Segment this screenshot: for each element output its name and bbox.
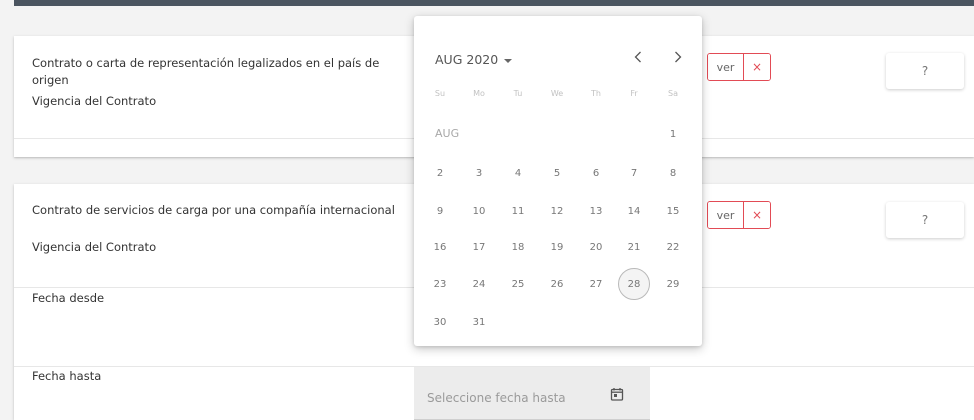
caret-down-icon [504,58,513,63]
calendar-day[interactable]: 27 [580,268,612,300]
calendar-day[interactable]: 4 [502,157,534,189]
weekday-label: Sa [668,89,678,98]
help-button[interactable]: ? [886,202,964,238]
period-label: AUG 2020 [435,52,499,67]
view-button[interactable]: ver [708,54,744,80]
calendar-day[interactable]: 8 [657,157,689,189]
weekday-label: We [550,89,564,98]
calendar-day[interactable]: 11 [502,195,534,227]
calendar-icon[interactable] [610,387,624,401]
calendar-day[interactable]: 26 [541,268,573,300]
calendar-day[interactable]: 9 [424,195,456,227]
calendar-day[interactable]: 7 [618,157,650,189]
weekday-label: Mo [473,89,485,98]
view-button[interactable]: ver [708,202,744,228]
calendar-day[interactable]: 22 [657,231,689,263]
calendar-day[interactable]: 10 [463,195,495,227]
calendar-day[interactable]: 15 [657,195,689,227]
weekday-label: Fr [630,89,638,98]
top-bar [14,0,974,6]
calendar-day[interactable]: 6 [580,157,612,189]
weekday-label: Th [591,89,601,98]
document-title: Contrato de servicios de carga por una c… [32,203,395,217]
remove-button[interactable]: × [744,202,770,228]
calendar-day[interactable]: 30 [424,306,456,338]
calendar-day-selected[interactable]: 28 [618,268,650,300]
date-picker-popup: AUG 2020 Su Mo Tu We Th Fr Sa AUG 1 2 3 4 5 6 7 8 9 10 1… [414,16,702,346]
chevron-left-icon[interactable] [628,47,648,67]
vigencia-label: Vigencia del Contrato [32,240,157,254]
calendar-day[interactable]: 1 [657,118,689,150]
calendar-day[interactable]: 20 [580,231,612,263]
calendar-day[interactable]: 13 [580,195,612,227]
calendar-day[interactable]: 3 [463,157,495,189]
calendar-day[interactable]: 2 [424,157,456,189]
calendar-day[interactable]: 23 [424,268,456,300]
fecha-desde-label: Fecha desde [32,291,105,305]
help-button[interactable]: ? [886,53,964,89]
document-actions: ver × [707,53,771,81]
calendar-day[interactable]: 25 [502,268,534,300]
calendar-day[interactable]: 12 [541,195,573,227]
weekday-label: Tu [513,89,523,98]
calendar-day[interactable]: 16 [424,231,456,263]
vigencia-label: Vigencia del Contrato [32,94,157,108]
calendar-day[interactable]: 29 [657,268,689,300]
calendar-day[interactable]: 17 [463,231,495,263]
fecha-hasta-label: Fecha hasta [32,369,102,383]
calendar-day[interactable]: 18 [502,231,534,263]
calendar-day[interactable]: 21 [618,231,650,263]
month-label: AUG [435,127,460,140]
calendar-day[interactable]: 5 [541,157,573,189]
calendar-day[interactable]: 19 [541,231,573,263]
weekday-label: Su [434,89,446,98]
chevron-right-icon[interactable] [668,47,688,67]
document-title: Contrato o carta de representación legal… [32,56,380,87]
fecha-hasta-input[interactable]: Seleccione fecha hasta [414,367,650,420]
date-placeholder: Seleccione fecha hasta [427,391,566,405]
remove-button[interactable]: × [744,54,770,80]
calendar-day[interactable]: 24 [463,268,495,300]
calendar-day[interactable]: 14 [618,195,650,227]
period-selector[interactable]: AUG 2020 [435,52,513,67]
document-actions: ver × [707,201,771,229]
calendar-day[interactable]: 31 [463,306,495,338]
